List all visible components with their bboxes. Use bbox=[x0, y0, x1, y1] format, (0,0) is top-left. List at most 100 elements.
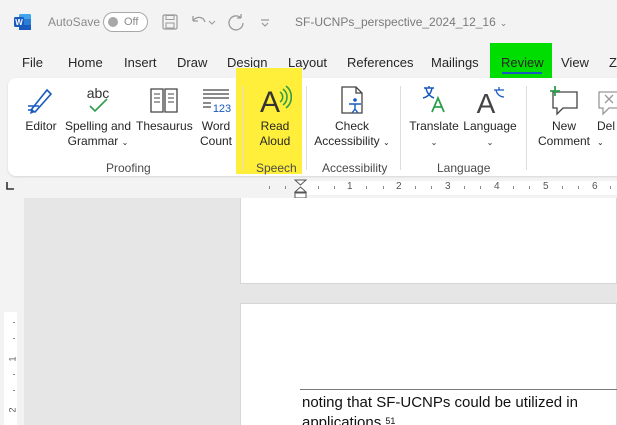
autosave-toggle[interactable]: Off bbox=[103, 12, 148, 32]
tab-overflow[interactable]: Z bbox=[609, 55, 617, 70]
ruler-tick bbox=[13, 322, 15, 323]
svg-text:123: 123 bbox=[213, 103, 231, 115]
citation-superscript: 51 bbox=[385, 416, 396, 425]
customize-quick-access-icon[interactable] bbox=[258, 12, 272, 32]
ruler-tick bbox=[578, 186, 579, 189]
save-icon[interactable] bbox=[160, 12, 180, 32]
ruler-number: 2 bbox=[396, 181, 402, 192]
word-count-label-2: Count bbox=[199, 134, 233, 148]
accessibility-dropdown-chevron-icon: ⌄ bbox=[383, 138, 390, 147]
indent-marker-icon[interactable] bbox=[294, 179, 307, 199]
translate-dropdown-chevron-icon: ⌄ bbox=[430, 138, 438, 147]
group-separator bbox=[400, 86, 401, 170]
ruler-number: 6 bbox=[592, 181, 598, 192]
ruler-tick bbox=[334, 186, 335, 189]
group-separator bbox=[526, 86, 527, 170]
group-separator bbox=[243, 86, 244, 170]
ruler-number: 1 bbox=[347, 181, 353, 192]
page-previous[interactable] bbox=[240, 198, 617, 284]
delete-dropdown-chevron-icon: ⌄ bbox=[597, 138, 604, 147]
new-comment-button[interactable]: New Comment bbox=[535, 84, 593, 149]
proofing-group-label: Proofing bbox=[106, 161, 151, 175]
ruler-number: 3 bbox=[445, 181, 451, 192]
spelling-check-icon: abc bbox=[87, 85, 110, 113]
autosave-state: Off bbox=[124, 16, 139, 28]
thesaurus-label: Thesaurus bbox=[136, 119, 193, 133]
ruler-number: 5 bbox=[543, 181, 549, 192]
translate-label: Translate bbox=[409, 119, 459, 133]
svg-text:A: A bbox=[477, 88, 496, 116]
editor-pen-icon bbox=[28, 88, 53, 114]
ruler-tick bbox=[529, 186, 530, 189]
ruler-tick bbox=[269, 186, 270, 189]
text-line-1: noting that SF-UCNPs could be utilized i… bbox=[302, 394, 578, 411]
word-count-icon: 123 bbox=[203, 89, 231, 115]
tab-insert[interactable]: Insert bbox=[124, 55, 157, 70]
speech-group-label: Speech bbox=[256, 161, 297, 175]
tab-file[interactable]: File bbox=[22, 55, 43, 70]
ruler-number: 4 bbox=[494, 181, 500, 192]
tab-draw[interactable]: Draw bbox=[177, 55, 207, 70]
autosave-label: AutoSave bbox=[48, 15, 101, 29]
tab-view[interactable]: View bbox=[561, 55, 589, 70]
vertical-ruler-number: 2 bbox=[7, 407, 18, 413]
tab-selector-icon[interactable] bbox=[5, 181, 15, 191]
svg-text:abc: abc bbox=[87, 85, 110, 101]
translate-button[interactable]: Translate ⌄ bbox=[408, 84, 460, 150]
tab-review[interactable]: Review bbox=[501, 55, 544, 70]
ruler-tick bbox=[13, 374, 15, 375]
ruler-tick bbox=[318, 186, 319, 189]
thesaurus-book-icon bbox=[150, 88, 178, 113]
text-line-2: applications 51 bbox=[302, 414, 396, 425]
footnote-separator-line bbox=[300, 389, 617, 390]
ruler-tick bbox=[610, 186, 611, 189]
ruler-tick bbox=[464, 186, 465, 189]
spelling-grammar-button[interactable]: abc Spelling and Grammar ⌄ bbox=[64, 84, 132, 150]
language-label: Language bbox=[463, 119, 517, 133]
new-comment-label-2: Comment bbox=[537, 134, 590, 148]
accessibility-group-label: Accessibility bbox=[322, 161, 388, 175]
toggle-knob bbox=[108, 17, 118, 27]
svg-text:W: W bbox=[15, 18, 23, 27]
ruler-tick bbox=[513, 186, 514, 189]
title-bar: W AutoSave Off SF-UCNPs_perspective_2024… bbox=[0, 0, 617, 44]
check-accessibility-button[interactable]: Check Accessibility ⌄ bbox=[312, 84, 392, 150]
delete-comment-icon bbox=[598, 91, 617, 116]
language-button[interactable]: A Language ⌄ bbox=[462, 84, 518, 150]
tab-references[interactable]: References bbox=[347, 55, 413, 70]
spelling-label-1: Spelling and bbox=[64, 119, 132, 133]
editor-button[interactable]: Editor bbox=[22, 84, 60, 134]
tab-home[interactable]: Home bbox=[68, 55, 103, 70]
tab-mailings[interactable]: Mailings bbox=[431, 55, 479, 70]
ruler-tick bbox=[562, 186, 563, 189]
check-accessibility-label-2: Accessibility ⌄ bbox=[314, 134, 390, 148]
ruler-tick bbox=[415, 186, 416, 189]
document-title[interactable]: SF-UCNPs_perspective_2024_12_16 ⌄ bbox=[295, 15, 507, 29]
read-aloud-button[interactable]: A Read Aloud bbox=[252, 84, 298, 149]
word-logo-icon[interactable]: W bbox=[14, 13, 32, 31]
thesaurus-button[interactable]: Thesaurus bbox=[136, 84, 193, 134]
title-chevron-icon: ⌄ bbox=[499, 18, 508, 28]
ruler-tick bbox=[13, 338, 15, 339]
spelling-dropdown-chevron-icon: ⌄ bbox=[121, 138, 129, 147]
ruler-tick bbox=[366, 186, 367, 189]
editor-label: Editor bbox=[25, 119, 57, 133]
undo-icon[interactable] bbox=[188, 12, 216, 32]
vertical-ruler[interactable]: 1 2 bbox=[4, 312, 18, 425]
read-aloud-label-2: Aloud bbox=[259, 134, 291, 148]
word-count-button[interactable]: 123 Word Count bbox=[196, 84, 236, 149]
ruler-tick bbox=[431, 186, 432, 189]
document-body-text[interactable]: noting that SF-UCNPs could be utilized i… bbox=[302, 393, 578, 425]
vertical-ruler-number: 1 bbox=[7, 356, 18, 362]
svg-text:A: A bbox=[260, 86, 280, 116]
ruler-tick bbox=[383, 186, 384, 189]
delete-comment-button[interactable]: Del ⌄ bbox=[597, 84, 617, 150]
language-group-label: Language bbox=[437, 161, 491, 175]
language-icon: A bbox=[477, 87, 505, 116]
accessibility-check-icon bbox=[341, 86, 363, 114]
check-accessibility-label-1: Check bbox=[334, 119, 369, 133]
redo-icon[interactable] bbox=[226, 12, 248, 32]
new-comment-icon bbox=[550, 86, 578, 116]
spelling-label-2: Grammar ⌄ bbox=[67, 134, 129, 148]
ruler-tick bbox=[480, 186, 481, 189]
